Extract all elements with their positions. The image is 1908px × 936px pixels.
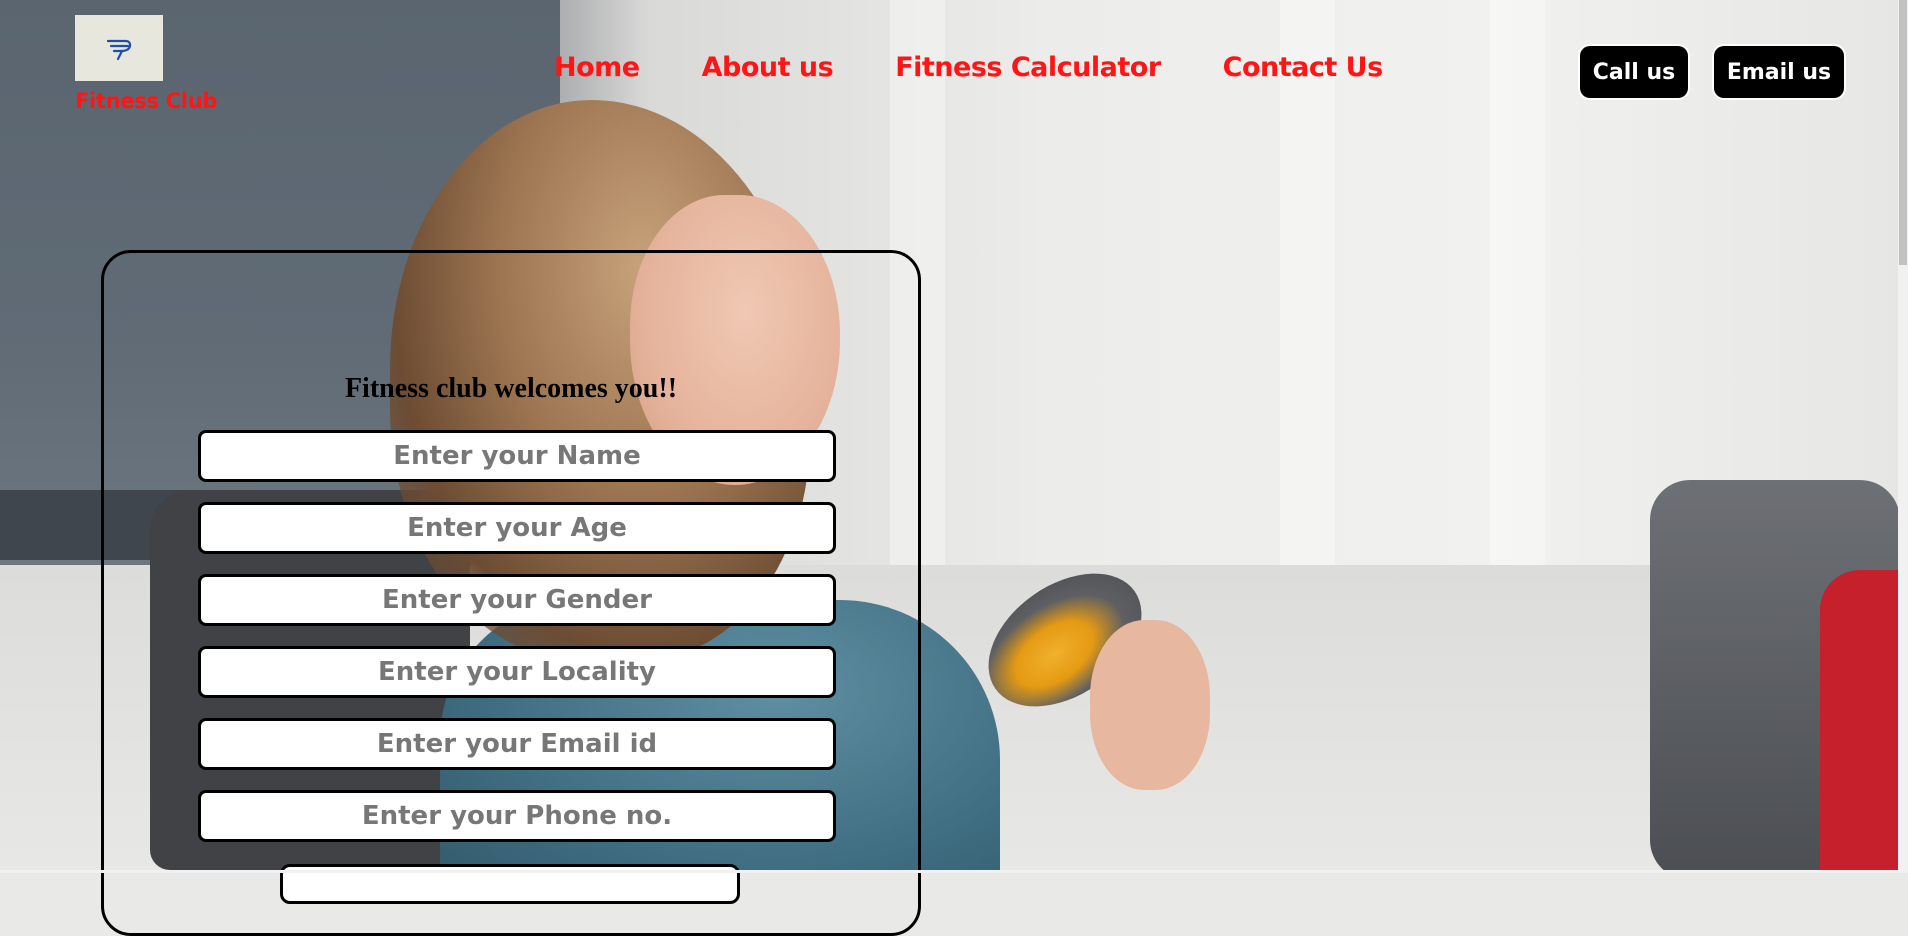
phone-input[interactable] (201, 800, 833, 832)
age-input[interactable] (201, 512, 833, 544)
name-field[interactable] (198, 430, 836, 482)
gender-field[interactable] (198, 574, 836, 626)
email-us-button[interactable]: Email us (1714, 46, 1844, 98)
page-scrollbar[interactable] (1898, 0, 1908, 873)
logo[interactable] (75, 15, 163, 81)
call-us-button[interactable]: Call us (1580, 46, 1688, 98)
locality-input[interactable] (201, 656, 833, 688)
registration-form-card: Fitness club welcomes you!! (101, 250, 921, 936)
age-field[interactable] (198, 502, 836, 554)
main-nav: Home About us Fitness Calculator Contact… (554, 52, 1383, 83)
background-person-hand (1090, 620, 1210, 790)
email-input[interactable] (201, 728, 833, 760)
gender-input[interactable] (201, 584, 833, 616)
form-heading: Fitness club welcomes you!! (344, 373, 678, 404)
nav-item-home[interactable]: Home (554, 52, 640, 83)
nav-item-contact-us[interactable]: Contact Us (1223, 52, 1384, 83)
locality-field[interactable] (198, 646, 836, 698)
brand-name: Fitness Club (75, 89, 218, 113)
phone-field[interactable] (198, 790, 836, 842)
scrollbar-thumb[interactable] (1899, 0, 1907, 265)
background-red-shirt (1820, 570, 1908, 873)
nav-item-fitness-calculator[interactable]: Fitness Calculator (895, 52, 1161, 83)
email-field[interactable] (198, 718, 836, 770)
nav-item-about-us[interactable]: About us (702, 52, 834, 83)
fitness-logo-icon (106, 39, 132, 61)
name-input[interactable] (201, 440, 833, 472)
